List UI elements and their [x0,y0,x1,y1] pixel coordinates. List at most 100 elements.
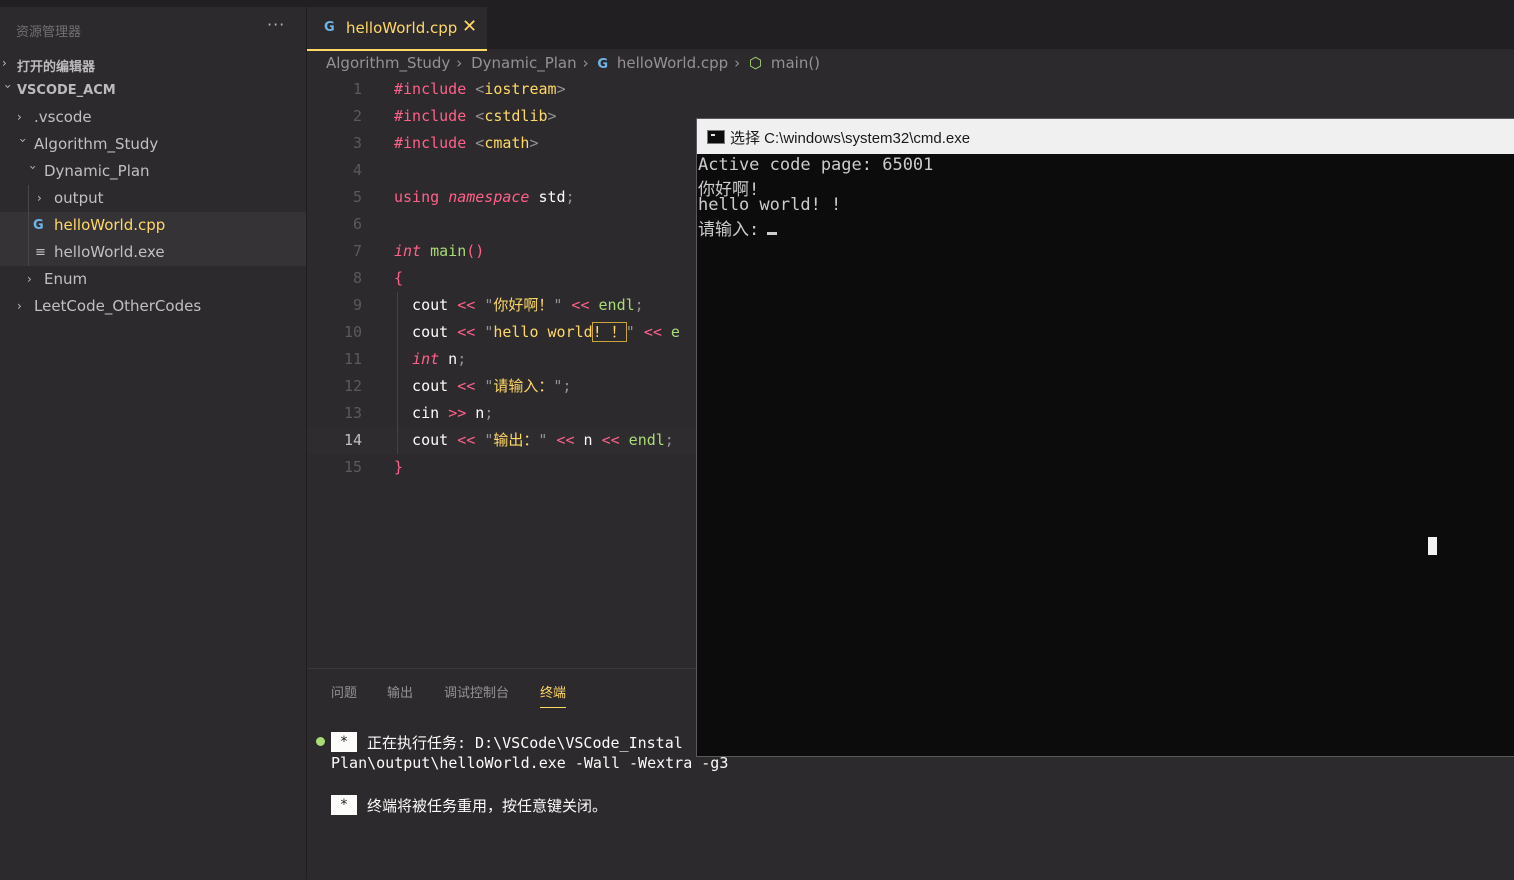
line-number: 9 [352,296,362,314]
chevron-right-icon: › [582,54,589,72]
breadcrumb: Algorithm_Study › Dynamic_Plan › G helloWo… [326,54,824,76]
cmd-console[interactable]: Active code page: 65001 你好啊! hello world… [697,155,1514,755]
line-number: 7 [352,242,362,260]
cube-icon: ⬡ [748,54,763,72]
cpp-icon: G [597,57,609,72]
chevron-down-icon: › [26,165,40,170]
tree-item-label: helloWorld.cpp [54,216,166,234]
tree-indent-guide [28,185,29,266]
tree-item-helloworld-cpp[interactable]: G helloWorld.cpp [0,212,306,239]
code-line: 2 #include <cstdlib> [307,103,696,130]
code-line-current: 14 cout << "输出：" << n << endl; [307,427,696,454]
tab-problems[interactable]: 问题 [331,682,357,701]
tree-item-label: Dynamic_Plan [44,162,150,180]
cmd-title-bar[interactable]: 选择 C:\windows\system32\cmd.exe [697,119,1514,154]
code-line: 9 cout << "你好啊！" << endl; [307,292,696,319]
close-icon[interactable]: ✕ [462,16,477,37]
workspace-section[interactable]: › VSCODE_ACM [0,77,306,104]
code-line: 12 cout << "请输入："; [307,373,696,400]
code-line: 10 cout << "hello world! ！" << e [307,319,696,346]
console-prompt: 请输入: [698,220,760,240]
tree-item-label: LeetCode_OtherCodes [34,297,202,315]
console-icon [707,130,725,144]
breadcrumb-item[interactable]: Algorithm_Study [326,54,450,72]
editor-tab-bar: G helloWorld.cpp ✕ [307,7,1514,51]
cmd-title: 选择 C:\windows\system32\cmd.exe [730,130,971,147]
chevron-down-icon: › [16,138,30,143]
tree-item-label: Enum [44,270,88,288]
cmd-window[interactable]: 选择 C:\windows\system32\cmd.exe Active co… [696,118,1514,757]
console-line: hello world! ! [698,195,842,215]
line-number: 15 [343,458,362,476]
tree-item-algorithm-study[interactable]: › Algorithm_Study [0,131,306,158]
chevron-right-icon: › [17,110,22,124]
code-line: 11 int n; [307,346,696,373]
tree-item-leetcode-othercodes[interactable]: › LeetCode_OtherCodes [0,293,306,320]
chevron-right-icon: › [734,54,741,72]
code-line: 3 #include <cmath> [307,130,696,157]
tree-item-label: helloWorld.exe [54,243,165,261]
open-editors-section[interactable]: › 打开的编辑器 [0,50,306,77]
tab-terminal[interactable]: 终端 [540,682,567,708]
terminal-line: Plan\output\helloWorld.exe -Wall -Wextra… [331,754,729,772]
task-star-badge: * [331,795,357,815]
chevron-right-icon: › [2,56,7,70]
cpp-icon: G [324,20,335,35]
breadcrumb-item[interactable]: helloWorld.cpp [617,54,728,72]
code-line: 5 using namespace std; [307,184,696,211]
chevron-right-icon: › [37,191,42,205]
line-number: 5 [352,188,362,206]
chevron-down-icon: › [1,84,15,89]
code-line: 15} [307,454,696,481]
line-number: 13 [343,404,362,422]
tab-label: helloWorld.cpp [346,19,458,37]
code-line: 7 int main() [307,238,696,265]
code-editor[interactable]: 1 #include <iostream> 2 #include <cstdlib>… [307,76,696,668]
line-number: 1 [352,80,362,98]
tab-output[interactable]: 输出 [387,682,413,701]
chevron-right-icon: › [17,299,22,313]
text-cursor [767,232,778,235]
line-number: 12 [343,377,362,395]
chevron-right-icon: › [27,272,32,286]
tree-item-dynamic-plan[interactable]: › Dynamic_Plan [0,158,306,185]
file-lines-icon: ≡ [35,245,46,260]
more-actions-icon[interactable]: ··· [267,15,285,34]
tab-debug-console[interactable]: 调试控制台 [444,682,509,701]
tree-item-output[interactable]: › output [0,185,306,212]
line-number: 14 [343,431,362,449]
terminal-line: 正在执行任务: D:\VSCode\VSCode_Instal [367,734,683,752]
line-number: 3 [352,134,362,152]
line-number: 11 [343,350,362,368]
window-top-strip [0,0,1514,7]
breadcrumb-item[interactable]: Dynamic_Plan [471,54,577,72]
line-number: 8 [352,269,362,287]
tree-item-vscode[interactable]: › .vscode [0,104,306,131]
console-line: Active code page: 65001 [698,155,934,175]
mouse-text-cursor-icon [1428,537,1437,555]
code-line: 8{ [307,265,696,292]
code-line: 6 [307,211,696,238]
line-number: 10 [343,323,362,341]
tab-helloworld-cpp[interactable]: G helloWorld.cpp ✕ [307,7,487,51]
explorer-header: 资源管理器 ··· [0,15,306,43]
tree-item-label: .vscode [34,108,92,126]
explorer-title: 资源管理器 [16,25,82,40]
breadcrumb-item[interactable]: main() [771,54,820,72]
task-star-badge: * [331,732,357,752]
tree-item-helloworld-exe[interactable]: ≡ helloWorld.exe [0,239,306,266]
explorer-sidebar: 资源管理器 ··· › 打开的编辑器 › VSCODE_ACM › .vscod… [0,7,307,879]
console-line: 请输入: [698,215,778,240]
code-line: 1 #include <iostream> [307,76,696,103]
code-line: 13 cin >> n; [307,400,696,427]
line-number: 4 [352,161,362,179]
tree-item-enum[interactable]: › Enum [0,266,306,293]
line-number: 2 [352,107,362,125]
tree-item-label: output [54,189,104,207]
indent-guide [397,292,398,454]
tree-item-label: Algorithm_Study [34,135,159,153]
code-line: 4 [307,157,696,184]
status-dot-icon [316,737,325,746]
open-editors-label: 打开的编辑器 [17,60,96,75]
workspace-label: VSCODE_ACM [17,83,116,98]
